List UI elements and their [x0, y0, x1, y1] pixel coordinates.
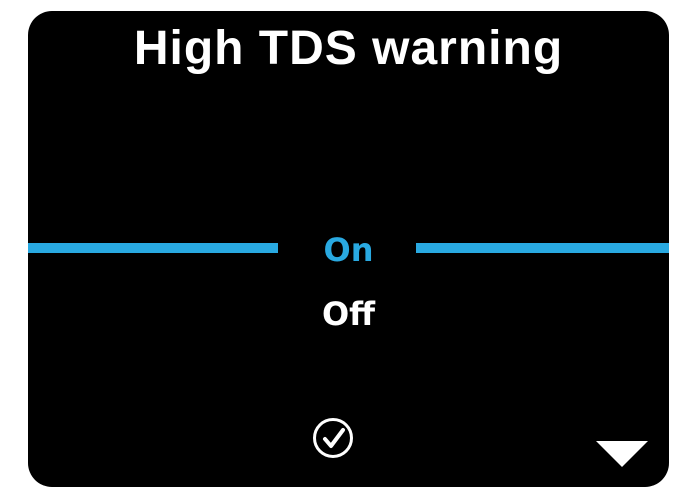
option-on[interactable]: On: [28, 234, 669, 266]
triangle-down-icon[interactable]: [596, 441, 648, 467]
page-title: High TDS warning: [133, 22, 564, 75]
confirm-button[interactable]: [313, 418, 353, 458]
option-off[interactable]: Off: [28, 298, 669, 330]
device-screen: High TDS warning On Off: [28, 11, 669, 487]
checkmark-circle-icon: [323, 428, 345, 448]
